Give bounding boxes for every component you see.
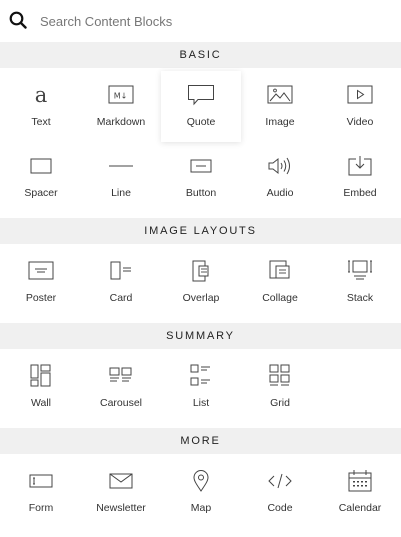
- block-label: List: [192, 397, 210, 409]
- calendar-icon: [345, 468, 375, 494]
- block-label: Calendar: [338, 502, 382, 514]
- poster-icon: [26, 258, 56, 284]
- block-label: Spacer: [24, 187, 58, 199]
- block-label: Wall: [30, 397, 52, 409]
- block-code[interactable]: Code: [240, 457, 320, 528]
- block-poster[interactable]: Poster: [1, 247, 81, 318]
- newsletter-icon: [106, 468, 136, 494]
- block-label: Form: [28, 502, 54, 514]
- block-label: Grid: [270, 397, 290, 409]
- block-calendar[interactable]: Calendar: [320, 457, 400, 528]
- block-button[interactable]: Button: [161, 142, 241, 213]
- block-label: Audio: [266, 187, 294, 199]
- block-text[interactable]: a Text: [1, 71, 81, 142]
- block-overlap[interactable]: Overlap: [161, 247, 241, 318]
- image-icon: [265, 82, 295, 108]
- carousel-icon: [106, 363, 136, 389]
- block-label: Video: [346, 116, 374, 128]
- block-label: Map: [190, 502, 212, 514]
- quote-icon: [186, 82, 216, 108]
- block-label: Quote: [186, 116, 216, 128]
- block-label: Code: [267, 502, 293, 514]
- card-icon: [106, 258, 136, 284]
- overlap-icon: [186, 258, 216, 284]
- block-map[interactable]: Map: [161, 457, 241, 528]
- block-label: Image: [265, 116, 295, 128]
- block-label: Poster: [25, 292, 57, 304]
- markdown-icon: M↓: [106, 82, 136, 108]
- block-collage[interactable]: Collage: [240, 247, 320, 318]
- block-card[interactable]: Card: [81, 247, 161, 318]
- grid-icon: [265, 363, 295, 389]
- block-image[interactable]: Image: [240, 71, 320, 142]
- search-bar: [0, 0, 401, 42]
- block-line[interactable]: Line: [81, 142, 161, 213]
- form-icon: [26, 468, 56, 494]
- block-label: Markdown: [96, 116, 146, 128]
- block-grid[interactable]: Grid: [240, 352, 320, 423]
- block-stack[interactable]: Stack: [320, 247, 400, 318]
- svg-text:a: a: [35, 83, 48, 107]
- map-icon: [186, 468, 216, 494]
- block-label: Newsletter: [96, 502, 146, 514]
- text-icon: a: [26, 82, 56, 108]
- audio-icon: [265, 153, 295, 179]
- block-markdown[interactable]: M↓ Markdown: [81, 71, 161, 142]
- block-label: Button: [185, 187, 217, 199]
- spacer-icon: [26, 153, 56, 179]
- block-label: Embed: [343, 187, 377, 199]
- section-header-more: MORE: [0, 428, 401, 454]
- search-input[interactable]: [40, 9, 390, 33]
- block-video[interactable]: Video: [320, 71, 400, 142]
- wall-icon: [26, 363, 56, 389]
- stack-icon: [345, 258, 375, 284]
- block-label: Stack: [346, 292, 374, 304]
- block-label: Text: [31, 116, 51, 128]
- block-list[interactable]: List: [161, 352, 241, 423]
- list-icon: [186, 363, 216, 389]
- block-wall[interactable]: Wall: [1, 352, 81, 423]
- block-audio[interactable]: Audio: [240, 142, 320, 213]
- line-icon: [106, 153, 136, 179]
- block-label: Overlap: [182, 292, 220, 304]
- block-spacer[interactable]: Spacer: [1, 142, 81, 213]
- block-carousel[interactable]: Carousel: [81, 352, 161, 423]
- block-form[interactable]: Form: [1, 457, 81, 528]
- section-header-image-layouts: IMAGE LAYOUTS: [0, 218, 401, 244]
- code-icon: [265, 468, 295, 494]
- block-label: Card: [109, 292, 133, 304]
- block-label: Carousel: [99, 397, 143, 409]
- svg-text:M↓: M↓: [114, 92, 128, 101]
- block-newsletter[interactable]: Newsletter: [81, 457, 161, 528]
- collage-icon: [265, 258, 295, 284]
- search-icon[interactable]: [9, 11, 27, 29]
- block-label: Collage: [262, 292, 298, 304]
- section-header-summary: SUMMARY: [0, 323, 401, 349]
- section-header-basic: BASIC: [0, 42, 401, 68]
- block-label: Line: [111, 187, 131, 199]
- block-quote[interactable]: Quote: [161, 71, 241, 142]
- video-icon: [345, 82, 375, 108]
- block-embed[interactable]: Embed: [320, 142, 400, 213]
- button-icon: [186, 153, 216, 179]
- embed-icon: [345, 153, 375, 179]
